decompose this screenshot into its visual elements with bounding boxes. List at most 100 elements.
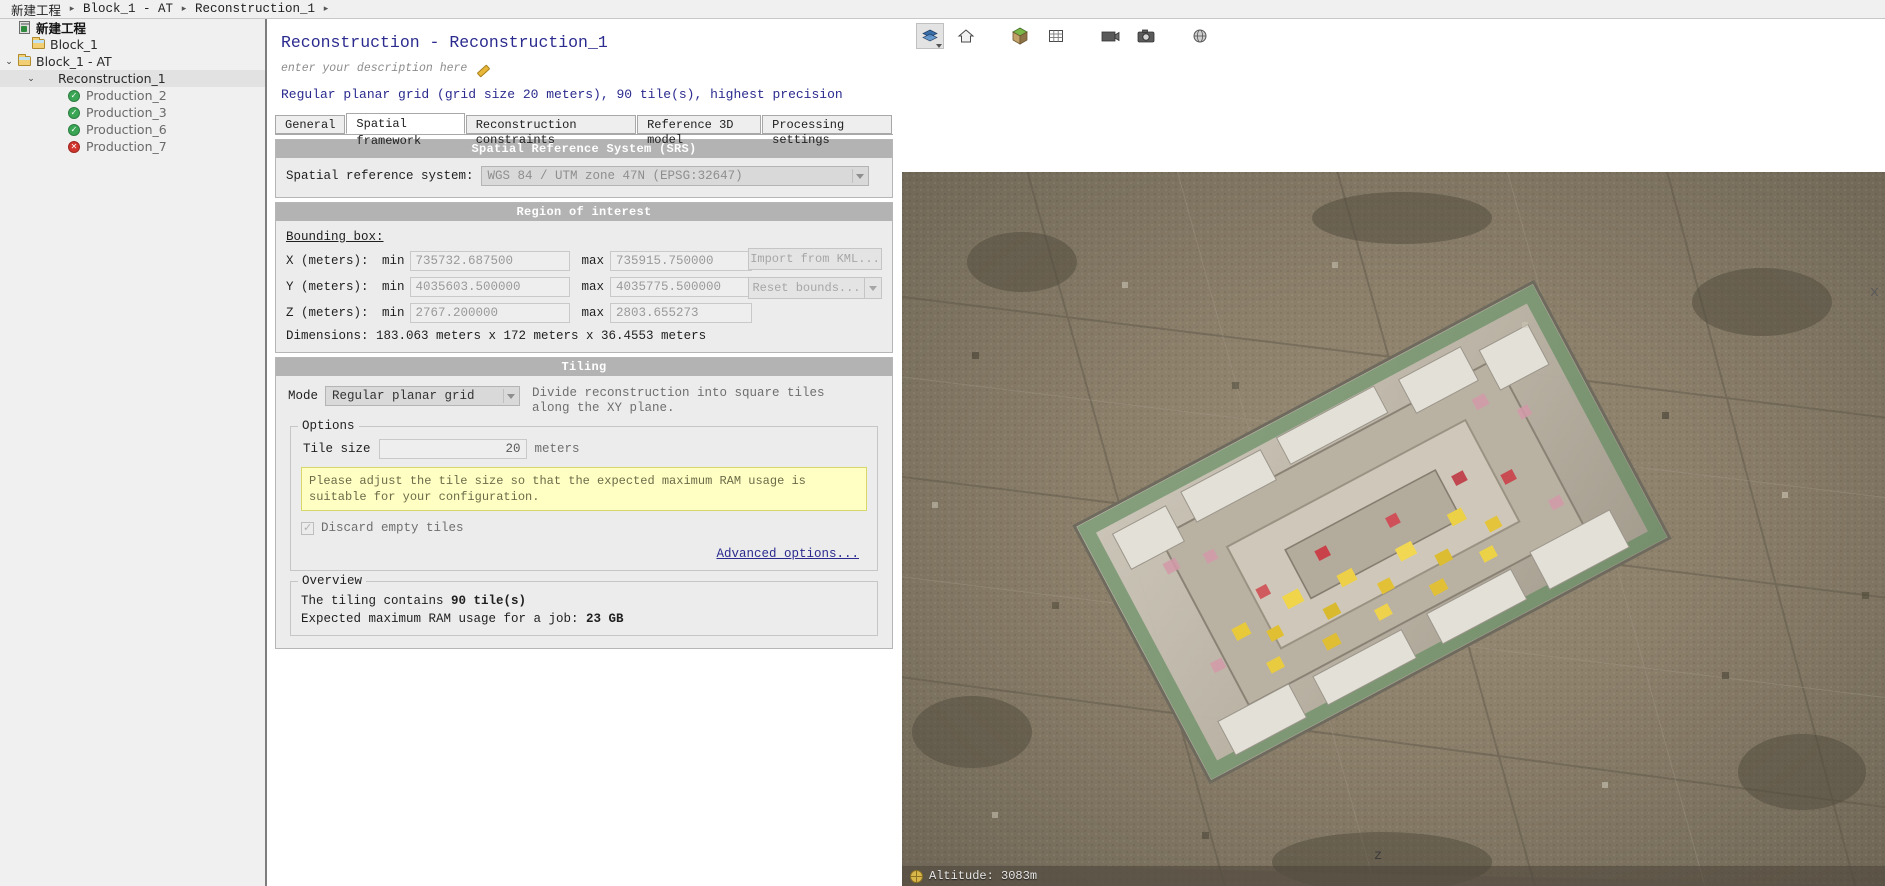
overview-ram-value: 23 GB [586, 612, 624, 626]
axis-label-z: Z (meters): [286, 306, 369, 320]
discard-empty-tiles-row[interactable]: Discard empty tiles [301, 521, 867, 535]
tiling-mode-combobox[interactable]: Regular planar grid [325, 386, 521, 406]
overview-tiles-line: The tiling contains 90 tile(s) [301, 594, 867, 608]
advanced-options-link[interactable]: Advanced options... [716, 547, 859, 561]
reset-bounds-split-button[interactable]: Reset bounds... [748, 277, 882, 299]
tab-general[interactable]: General [275, 115, 346, 134]
x-max-input[interactable]: 735915.750000 [610, 251, 753, 271]
axis-z-label: z [1373, 848, 1383, 864]
twisty-icon: ⌄ [52, 91, 66, 101]
breadcrumb-separator-icon: ▸ [69, 4, 75, 14]
cube-3d-icon[interactable] [1006, 23, 1034, 49]
discard-empty-tiles-label: Discard empty tiles [321, 521, 464, 535]
chevron-down-icon [855, 174, 864, 179]
overview-tiles-value: 90 tile(s) [451, 594, 527, 608]
reset-bounds-button[interactable]: Reset bounds... [748, 277, 865, 299]
tab-reference-3d-model[interactable]: Reference 3D model [637, 115, 762, 147]
y-min-input[interactable]: 4035603.500000 [409, 277, 570, 297]
twisty-expanded-icon[interactable]: ⌄ [2, 57, 16, 67]
status-error-icon [66, 139, 83, 154]
twisty-icon: ⌄ [52, 142, 66, 152]
application-window: 新建工程 ▸ Block_1 - AT ▸ Reconstruction_1 ▸… [0, 0, 1885, 886]
grid-icon[interactable] [1042, 23, 1070, 49]
camera-icon[interactable] [1096, 23, 1124, 49]
tree-item-project[interactable]: ⌄ 新建工程 [0, 19, 265, 36]
tree-item-label: Production_3 [86, 105, 167, 120]
tree-item-label: Block_1 [50, 37, 99, 52]
globe-settings-icon[interactable] [1186, 23, 1214, 49]
3d-model-canvas[interactable]: Altitude: 3083m [902, 172, 1885, 886]
tiling-group-title: Tiling [276, 358, 892, 376]
spatial-framework-panel: Spatial Reference System (SRS) Spatial r… [275, 139, 893, 649]
y-max-input[interactable]: 4035775.500000 [610, 277, 753, 297]
tree-item-block-1-at[interactable]: ⌄ Block_1 - AT [0, 53, 265, 70]
srs-combobox[interactable]: WGS 84 / UTM zone 47N (EPSG:32647) [480, 166, 869, 186]
overview-ram-line: Expected maximum RAM usage for a job: 23… [301, 612, 867, 626]
reconstruction-icon [38, 71, 55, 86]
tiling-mode-description: Divide reconstruction into square tiles … [532, 386, 825, 415]
status-ok-icon [66, 122, 83, 137]
viewport-status-bar: Altitude: 3083m [902, 866, 1885, 886]
breadcrumb-item-block[interactable]: Block_1 - AT [80, 2, 176, 16]
tree-item-production-6[interactable]: ⌄ Production_6 [0, 121, 265, 138]
overview-ram-prefix: Expected maximum RAM usage for a job: [301, 612, 587, 626]
project-tree-panel: ⌄ 新建工程 ⌄ Block_1 ⌄ Block_1 - AT ⌄ Recons… [0, 19, 267, 886]
tree-item-label: Production_2 [86, 88, 167, 103]
import-from-kml-button[interactable]: Import from KML... [748, 248, 882, 270]
max-label: max [581, 254, 605, 268]
axis-label-y: Y (meters): [286, 280, 369, 294]
tiling-group: Tiling Mode Regular planar grid Divide r… [275, 357, 893, 649]
min-label: min [382, 280, 405, 294]
reconstruction-summary: Regular planar grid (grid size 20 meters… [281, 87, 843, 102]
breadcrumb-separator-icon: ▸ [323, 4, 329, 14]
combobox-divider [851, 169, 853, 183]
layers-icon-glyph [922, 29, 938, 42]
tree-item-production-3[interactable]: ⌄ Production_3 [0, 104, 265, 121]
edit-pencil-icon[interactable] [476, 62, 489, 75]
discard-empty-tiles-checkbox[interactable] [301, 521, 314, 535]
breadcrumb-separator-icon: ▸ [181, 4, 187, 14]
tree-item-label: Production_7 [86, 139, 167, 154]
srs-value: WGS 84 / UTM zone 47N (EPSG:32647) [487, 169, 743, 183]
tree-item-label: 新建工程 [36, 21, 87, 36]
axis-x-label: x [1869, 284, 1879, 301]
tile-size-label: Tile size [303, 442, 371, 456]
home-icon[interactable] [952, 23, 980, 49]
layers-icon[interactable] [916, 23, 944, 49]
chevron-down-icon [507, 394, 516, 399]
chevron-down-icon[interactable] [865, 277, 882, 299]
tree-item-label: Reconstruction_1 [58, 71, 166, 86]
camera-icon-glyph [1101, 31, 1120, 42]
snapshot-icon-glyph [1137, 29, 1155, 43]
x-min-input[interactable]: 735732.687500 [409, 251, 570, 271]
tab-processing-settings[interactable]: Processing settings [762, 115, 892, 147]
min-label: min [382, 254, 405, 268]
z-min-input[interactable]: 2767.200000 [409, 303, 570, 323]
tree-item-reconstruction-1[interactable]: ⌄ Reconstruction_1 [0, 70, 265, 87]
snapshot-icon[interactable] [1132, 23, 1160, 49]
tile-size-input[interactable]: 20 [378, 439, 527, 459]
tree-item-production-2[interactable]: ⌄ Production_2 [0, 87, 265, 104]
overview-tiles-prefix: The tiling contains [301, 594, 452, 608]
tab-spatial-framework[interactable]: Spatial framework [346, 113, 465, 148]
3d-scene [902, 172, 1885, 886]
tab-reconstruction-constraints[interactable]: Reconstruction constraints [465, 115, 637, 147]
breadcrumb-item-reconstruction[interactable]: Reconstruction_1 [192, 2, 318, 16]
breadcrumb-item-project[interactable]: 新建工程 [8, 0, 64, 19]
globe-settings-icon-glyph [1193, 29, 1207, 43]
min-label: min [382, 306, 405, 320]
twisty-icon: ⌄ [52, 125, 66, 135]
combobox-divider [503, 389, 505, 403]
tree-item-production-7[interactable]: ⌄ Production_7 [0, 138, 265, 155]
altitude-label: Altitude: 3083m [929, 869, 1038, 883]
z-max-input[interactable]: 2803.655273 [610, 303, 753, 323]
grid-icon-glyph [1049, 30, 1063, 42]
tree-item-block-1[interactable]: ⌄ Block_1 [0, 36, 265, 53]
status-ok-icon [66, 105, 83, 120]
tile-size-unit: meters [534, 442, 580, 456]
folder-icon [30, 37, 47, 52]
roi-group-title: Region of interest [276, 203, 892, 221]
folder-icon [16, 54, 33, 69]
twisty-icon: ⌄ [2, 23, 16, 33]
twisty-expanded-icon[interactable]: ⌄ [24, 74, 38, 84]
